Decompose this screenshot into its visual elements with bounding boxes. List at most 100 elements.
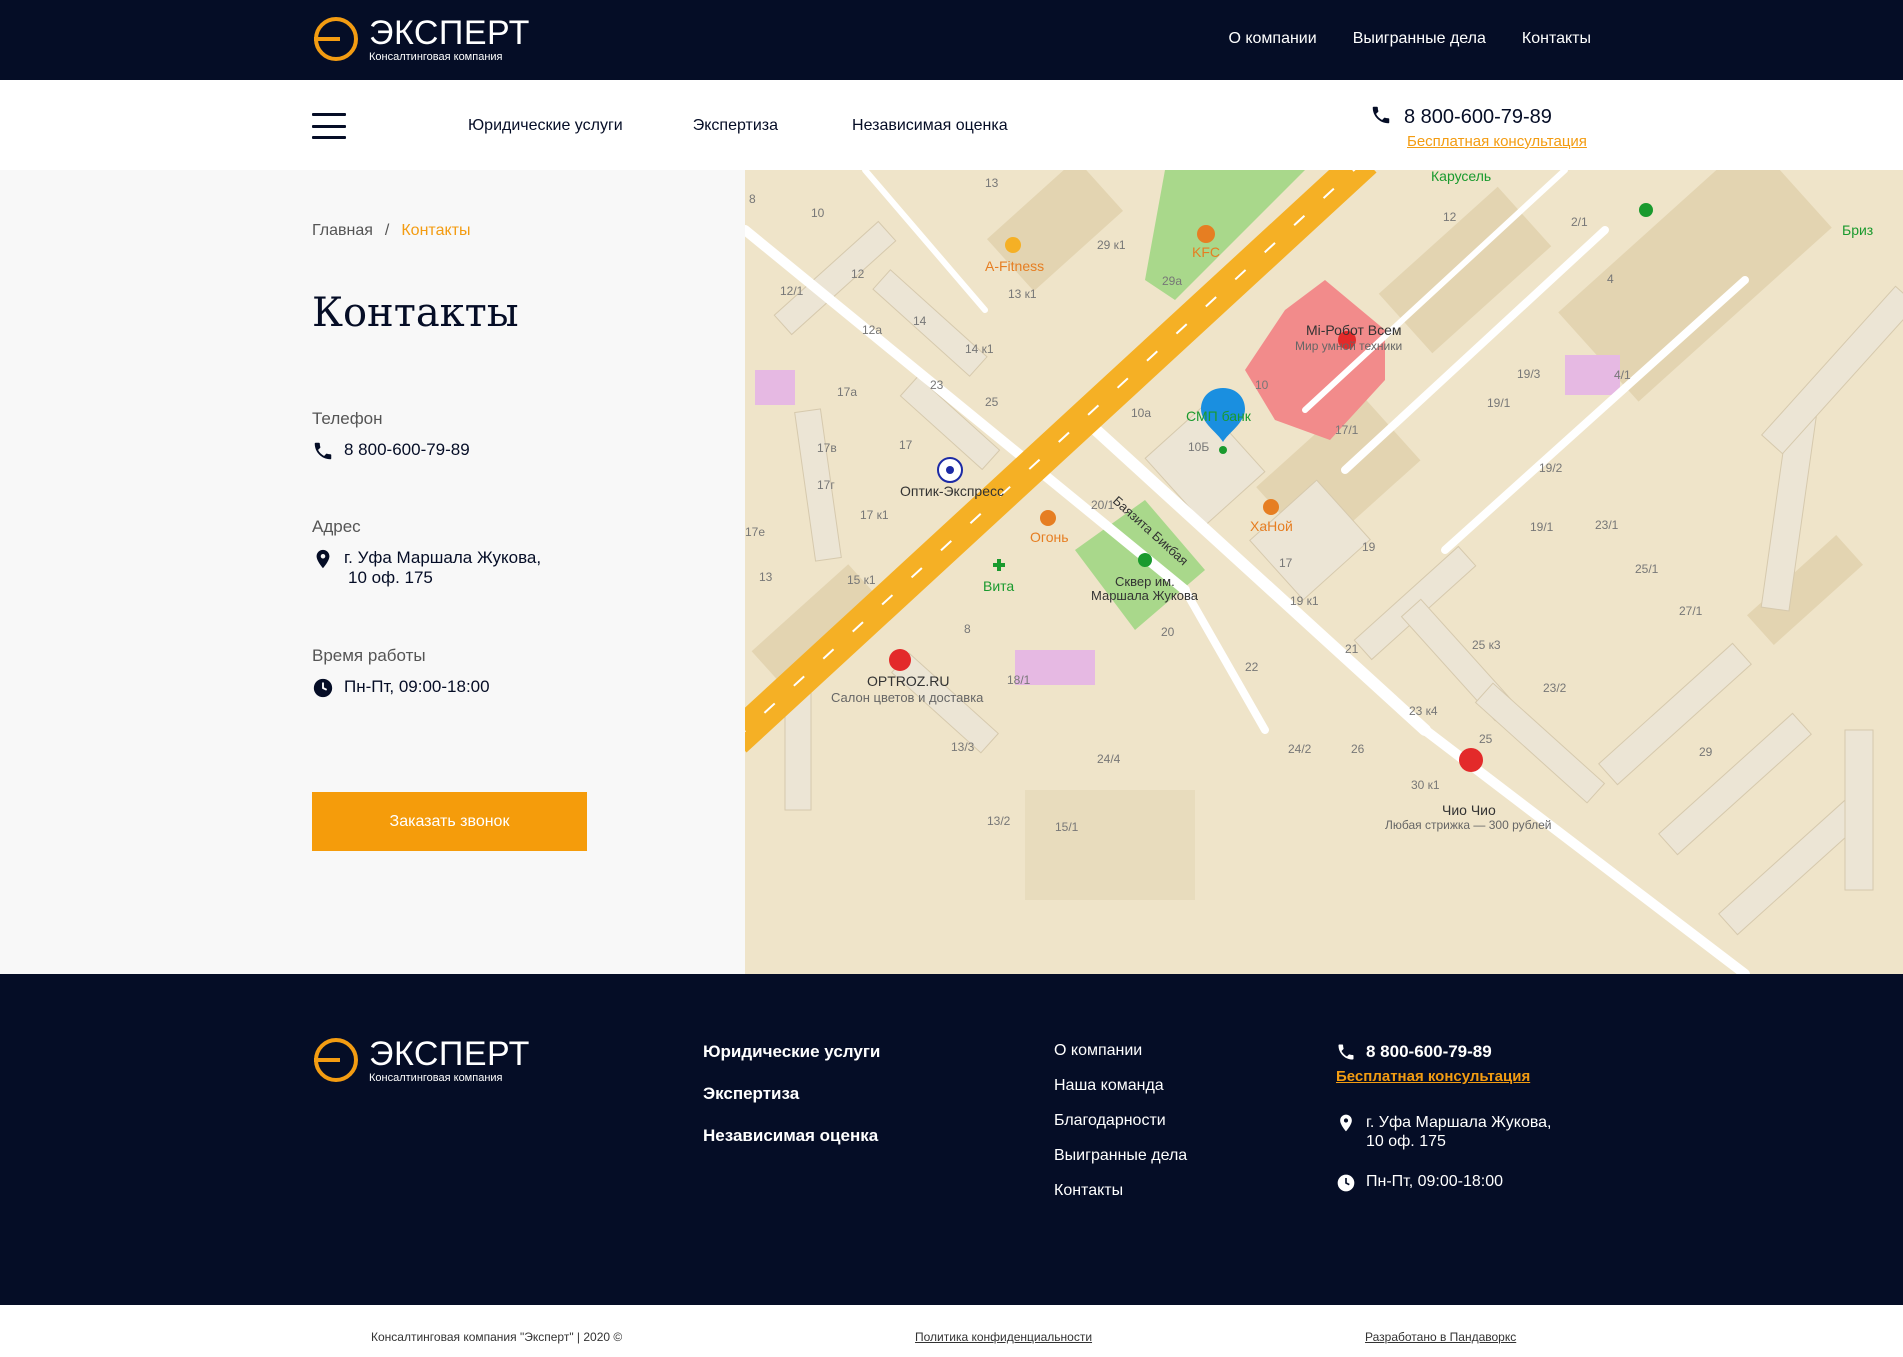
map-label-karusel: Карусель bbox=[1431, 170, 1492, 184]
map-label-briz: Бриз bbox=[1842, 222, 1874, 238]
phone-icon bbox=[312, 440, 334, 462]
map-house-number: 12/1 bbox=[780, 284, 804, 298]
map-house-number: 25 bbox=[985, 395, 999, 409]
map-house-number: 13/2 bbox=[987, 814, 1011, 828]
map-house-number: 27/1 bbox=[1679, 604, 1703, 618]
developer-link[interactable]: Разработано в Пандаворкс bbox=[1365, 1330, 1516, 1344]
map-house-number: 10Б bbox=[1188, 440, 1210, 454]
phone-label: Телефон bbox=[312, 409, 383, 428]
map-house-number: 2/1 bbox=[1571, 215, 1588, 229]
map-house-number: 12а bbox=[862, 323, 883, 337]
map-label-ogon: Огонь bbox=[1030, 529, 1069, 545]
map-label-skver-2: Маршала Жукова bbox=[1091, 588, 1198, 603]
copyright: Консалтинговая компания "Эксперт" | 2020… bbox=[371, 1330, 623, 1344]
footer-link-about[interactable]: О компании bbox=[1054, 1042, 1187, 1060]
logo-mark-icon bbox=[312, 15, 360, 63]
map-house-number: 4/1 bbox=[1614, 368, 1631, 382]
footer-link-team[interactable]: Наша команда bbox=[1054, 1077, 1187, 1095]
map-house-number: 15/1 bbox=[1055, 820, 1079, 834]
breadcrumb-home[interactable]: Главная bbox=[312, 222, 373, 240]
footer-contacts: 8 800-600-79-89 Бесплатная консультация … bbox=[1336, 1042, 1552, 1193]
address-row: г. Уфа Маршала Жукова, 10 оф. 175 bbox=[312, 548, 541, 588]
footer-logo[interactable]: ЭКСПЕРТ Консалтинговая компания bbox=[312, 1036, 530, 1084]
map-label-chio: Чио Чио bbox=[1442, 802, 1496, 818]
map-house-number: 15 к1 bbox=[847, 573, 876, 587]
map-label-optik: Оптик-Экспресс bbox=[900, 483, 1004, 499]
footer-address-row: г. Уфа Маршала Жукова, 10 оф. 175 bbox=[1336, 1113, 1552, 1151]
phone-row: 8 800-600-79-89 bbox=[312, 440, 470, 462]
hours-row: Пн-Пт, 09:00-18:00 bbox=[312, 677, 490, 699]
top-bar: ЭКСПЕРТ Консалтинговая компания О компан… bbox=[0, 0, 1903, 80]
map-house-number: 13/3 bbox=[951, 740, 975, 754]
map-house-number: 12 bbox=[851, 267, 865, 281]
map-canvas bbox=[745, 170, 1903, 974]
map-house-number: 22 bbox=[1245, 660, 1259, 674]
map-house-number: 19/1 bbox=[1530, 520, 1554, 534]
logo[interactable]: ЭКСПЕРТ Консалтинговая компания bbox=[312, 15, 530, 63]
map-house-number: 17е bbox=[745, 525, 766, 539]
map-house-number: 13 bbox=[759, 570, 773, 584]
map-house-number: 21 bbox=[1345, 642, 1359, 656]
map-house-number: 17 bbox=[899, 438, 913, 452]
main-nav: Юридические услуги Экспертиза Независима… bbox=[468, 117, 1008, 135]
main-nav-legal[interactable]: Юридические услуги bbox=[468, 117, 623, 135]
location-pin-icon bbox=[312, 548, 334, 570]
map-house-number: 14 к1 bbox=[965, 342, 994, 356]
map-house-number: 12 bbox=[1443, 210, 1457, 224]
main-bar: Юридические услуги Экспертиза Независима… bbox=[0, 80, 1903, 170]
top-nav-about[interactable]: О компании bbox=[1228, 30, 1316, 48]
address-line2: 10 оф. 175 bbox=[348, 568, 433, 587]
header-phone-link[interactable]: 8 800-600-79-89 bbox=[1404, 106, 1552, 129]
address-label: Адрес bbox=[312, 517, 361, 536]
footer-link-legal[interactable]: Юридические услуги bbox=[703, 1042, 880, 1062]
footer-link-won-cases[interactable]: Выигранные дела bbox=[1054, 1147, 1187, 1165]
map-house-number: 8 bbox=[964, 622, 971, 636]
header-contact: 8 800-600-79-89 Бесплатная консультация bbox=[1370, 104, 1587, 150]
privacy-link[interactable]: Политика конфиденциальности bbox=[915, 1330, 1092, 1344]
breadcrumb-separator: / bbox=[384, 222, 390, 239]
footer-link-thanks[interactable]: Благодарности bbox=[1054, 1112, 1187, 1130]
map-house-number: 20/1 bbox=[1091, 498, 1115, 512]
footer-link-valuation[interactable]: Независимая оценка bbox=[703, 1126, 880, 1146]
map-house-number: 8 bbox=[749, 192, 756, 206]
top-nav-contacts[interactable]: Контакты bbox=[1522, 30, 1591, 48]
footer-address-line2: 10 оф. 175 bbox=[1366, 1133, 1446, 1150]
footer-link-contacts[interactable]: Контакты bbox=[1054, 1182, 1187, 1200]
footer-phone-row: 8 800-600-79-89 bbox=[1336, 1042, 1552, 1062]
map-house-number: 24/4 bbox=[1097, 752, 1121, 766]
map-house-number: 17 bbox=[1279, 556, 1293, 570]
main-nav-valuation[interactable]: Независимая оценка bbox=[852, 117, 1008, 135]
map-house-number: 29а bbox=[1162, 274, 1183, 288]
header-consult-link[interactable]: Бесплатная консультация bbox=[1407, 133, 1587, 150]
footer-hours: Пн-Пт, 09:00-18:00 bbox=[1366, 1173, 1504, 1190]
hours-value: Пн-Пт, 09:00-18:00 bbox=[344, 677, 490, 696]
top-nav-won-cases[interactable]: Выигранные дела bbox=[1353, 30, 1486, 48]
footer-link-expertise[interactable]: Экспертиза bbox=[703, 1084, 880, 1104]
order-call-button[interactable]: Заказать звонок bbox=[312, 792, 587, 851]
footer-logo-title: ЭКСПЕРТ bbox=[369, 1034, 530, 1073]
map-label-hanoi: ХаНой bbox=[1250, 518, 1293, 534]
map-label-kfc: KFC bbox=[1192, 244, 1220, 260]
map-house-number: 14 bbox=[913, 314, 927, 328]
map[interactable]: Карусель Бриз KFC A-Fitness Mi-Робот Все… bbox=[745, 170, 1903, 974]
map-label-optroz-sub: Салон цветов и доставка bbox=[831, 690, 984, 705]
map-house-number: 18/1 bbox=[1007, 673, 1031, 687]
map-house-number: 4 bbox=[1607, 272, 1614, 286]
map-house-number: 23/1 bbox=[1595, 518, 1619, 532]
footer-consult-link[interactable]: Бесплатная консультация bbox=[1336, 1068, 1552, 1085]
map-label-mirobot: Mi-Робот Всем bbox=[1306, 322, 1402, 338]
map-house-number: 10а bbox=[1131, 406, 1152, 420]
map-house-number: 25/1 bbox=[1635, 562, 1659, 576]
footer-hours-row: Пн-Пт, 09:00-18:00 bbox=[1336, 1173, 1552, 1193]
page-title: Контакты bbox=[312, 290, 519, 336]
menu-burger-icon[interactable] bbox=[312, 113, 346, 139]
location-pin-icon bbox=[1336, 1113, 1356, 1133]
breadcrumb-current: Контакты bbox=[401, 222, 471, 239]
main-nav-expertise[interactable]: Экспертиза bbox=[693, 117, 778, 135]
phone-link[interactable]: 8 800-600-79-89 bbox=[344, 440, 470, 460]
map-house-number: 25 bbox=[1479, 732, 1493, 746]
map-label-vita: Вита bbox=[983, 578, 1015, 594]
map-label-smp: СМП банк bbox=[1186, 408, 1251, 424]
map-house-number: 17в bbox=[817, 441, 837, 455]
footer-phone-link[interactable]: 8 800-600-79-89 bbox=[1366, 1042, 1492, 1062]
